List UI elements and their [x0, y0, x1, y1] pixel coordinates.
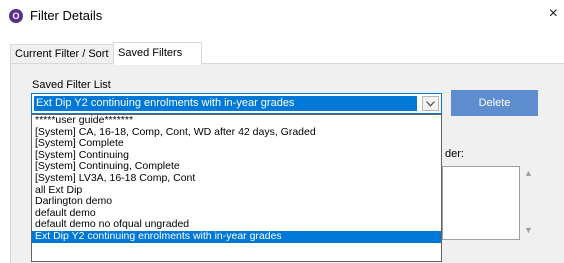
- dropdown-item[interactable]: Ext Dip Y2 continuing enrolments with in…: [32, 230, 441, 243]
- order-list[interactable]: [442, 166, 520, 240]
- combobox-selected-value: Ext Dip Y2 continuing enrolments with in…: [34, 96, 417, 111]
- dropdown-item[interactable]: [System] Continuing, Complete: [32, 161, 441, 173]
- tab-current-filter-sort[interactable]: Current Filter / Sort: [10, 44, 120, 64]
- dropdown-item[interactable]: *****user guide*******: [32, 115, 441, 127]
- delete-button[interactable]: Delete: [451, 90, 538, 116]
- dropdown-item[interactable]: [System] Complete: [32, 138, 441, 150]
- dropdown-item[interactable]: Darlington demo: [32, 196, 441, 208]
- dropdown-item[interactable]: [System] LV3A, 16-18 Comp, Cont: [32, 173, 441, 185]
- saved-filter-list-label: Saved Filter List: [32, 79, 111, 91]
- title-bar: O Filter Details ×: [0, 0, 564, 32]
- dropdown-item[interactable]: [System] CA, 16-18, Comp, Cont, WD after…: [32, 127, 441, 139]
- move-down-icon[interactable]: ▼: [524, 225, 533, 235]
- app-logo-icon: O: [9, 9, 23, 23]
- tab-saved-filters[interactable]: Saved Filters: [113, 42, 202, 65]
- saved-filter-dropdown-list[interactable]: *****user guide******* [System] CA, 16-18…: [31, 114, 442, 262]
- dropdown-item[interactable]: default demo: [32, 208, 441, 220]
- move-up-icon[interactable]: ▲: [524, 168, 533, 178]
- chevron-down-icon[interactable]: [422, 96, 439, 111]
- window-title: Filter Details: [30, 8, 103, 23]
- close-icon[interactable]: ×: [549, 5, 558, 23]
- saved-filter-combobox[interactable]: Ext Dip Y2 continuing enrolments with in…: [31, 93, 442, 114]
- order-label: der:: [445, 148, 464, 160]
- dropdown-item[interactable]: all Ext Dip: [32, 185, 441, 197]
- dropdown-item[interactable]: [System] Continuing: [32, 150, 441, 162]
- dropdown-item[interactable]: default demo no ofqual ungraded: [32, 219, 441, 231]
